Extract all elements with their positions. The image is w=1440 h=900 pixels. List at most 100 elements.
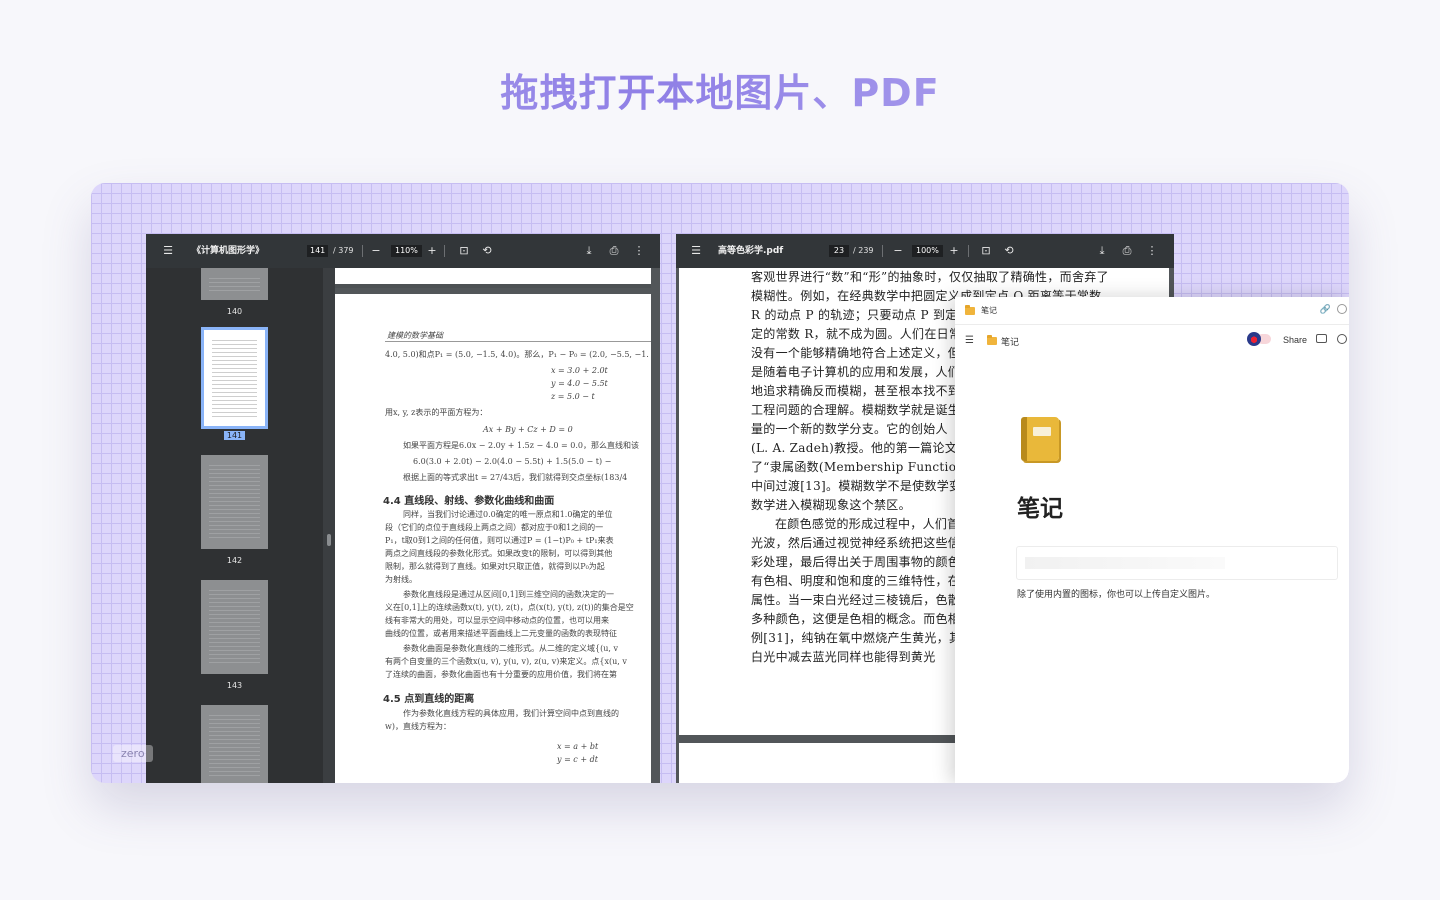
notebook-icon[interactable] [1021,417,1059,461]
thumbnail-label: 140 [226,307,243,316]
sidebar-splitter[interactable] [323,268,335,783]
text-line: 作为参数化直线方程的具体应用，我们计算空间中点到直线的 [403,709,619,718]
text-line: R 的动点 P 的轨迹；只要动点 P 到定点 [751,308,970,322]
text-line: 彩处理，最后得出关于周围事物的颜色 [751,555,961,569]
history-icon[interactable] [1337,334,1347,344]
viewer-a-title: 《计算机图形学》 [192,246,265,256]
text-line: 根据上面的等式求出t = 27/43后，我们就得到交点坐标(183/4 [403,473,628,482]
text-line: 地追求精确反而模糊，甚至根本找不到 [751,384,961,398]
download-icon[interactable]: ⤓ [1094,234,1110,268]
link-icon[interactable]: 🔗 [1320,304,1331,315]
more-options-icon[interactable]: ⋮ [1144,234,1160,268]
thumbnail-sidebar: 140 141 142 143 [146,268,323,783]
equation-line: Ax + By + Cz + D = 0 [483,425,573,434]
icon-upload-field[interactable] [1016,546,1338,580]
toolbar-divider [968,245,969,257]
section-heading: 4.5 点到直线的距离 [383,694,475,705]
text-line: 光波，然后通过视觉神经系统把这些信 [751,536,961,550]
text-line: 两点之间直线段的参数化形式。如果改变t的限制，可以得到其他 [385,549,613,558]
text-line: 工程问题的合理解。模糊数学就是诞生 [751,403,961,417]
text-line: 有两个自变量的三个函数x(u, v), y(u, v), z(u, v)来定义。… [385,657,627,666]
text-line: 如果平面方程是6.0x − 2.0y + 1.5z − 4.0 = 0.0，那么… [403,441,640,450]
zoom-out-button[interactable]: − [890,234,906,268]
text-line: 限制，那么就得到了直线。如果对t只取正值，就得到以P₀为起 [385,562,605,571]
notes-panel: 笔记 🔗 ☰ 笔记 Share 笔记 除了使用内置的图标，你也可以上传自定义图片… [955,297,1349,783]
thumbnail-page-143[interactable] [201,580,268,674]
pdf-viewer-graphics: ☰ 《计算机图形学》 141 / 379 − 110% + ⊡ ⟲ ⤓ ⎙ ⋮ … [146,234,660,783]
hamburger-menu-icon[interactable]: ☰ [688,234,704,268]
equation-line: x = 3.0 + 2.0t [551,366,608,375]
pdf-page-a: 建模的数学基础 4.0, 5.0)和点P₁ = (5.0, −1.5, 4.0)… [335,294,651,783]
helper-caption: 除了使用内置的图标，你也可以上传自定义图片。 [1017,589,1216,599]
rotate-icon[interactable]: ⟲ [479,234,495,268]
text-line: 参数化曲面是参数化直线的二维形式。从二维的定义域{(u, v [403,644,618,653]
download-icon[interactable]: ⤓ [581,234,597,268]
text-line: 多种颜色，这便是色相的概念。而色相补 [751,612,973,626]
fit-page-icon[interactable]: ⊡ [456,234,472,268]
page-total: / 239 [853,246,874,255]
thumbnail-label: 142 [226,556,243,565]
zoom-level-input[interactable]: 100% [912,245,943,257]
folder-icon [987,335,997,345]
text-line: 量的一个新的数学分支。它的创始人 [751,422,948,436]
more-options-icon[interactable]: ⋮ [631,234,647,268]
hamburger-menu-icon[interactable]: ☰ [160,234,176,268]
print-icon[interactable]: ⎙ [1119,234,1135,268]
folder-icon [965,305,975,315]
text-line: 属性。当一束白光经过三棱镜后，色散成 [751,593,973,607]
section-heading: 4.4 直线段、射线、参数化曲线和曲面 [383,496,555,507]
notes-window-title: 笔记 [981,306,997,315]
previous-page-edge [335,268,651,288]
thumbnail-page-140[interactable] [201,268,268,300]
comment-icon[interactable] [1316,334,1327,343]
running-head: 建模的数学基础 [387,331,443,340]
print-icon[interactable]: ⎙ [606,234,622,268]
text-line: P₁，t取0到1之间的任何值，则可以通过P = (1−t)P₀ + tP₁来表 [385,536,614,545]
text-line: 数学进入模糊现象这个禁区。 [751,498,911,512]
toolbar-divider [882,245,883,257]
text-line: 义在[0,1]上的连续函数x(t), y(t), z(t)，点(x(t), y(… [385,603,634,612]
zoom-out-button[interactable]: − [368,234,384,268]
thumbnail-page-142[interactable] [201,455,268,549]
active-page-label: 141 [223,431,246,440]
text-line: 没有一个能够精确地符合上述定义，但 [751,346,961,360]
history-icon[interactable] [1337,304,1347,314]
text-line: 为射线。 [385,575,417,584]
text-line: 中间过渡[13]。模糊数学不是使数学变 [751,479,962,493]
breadcrumb[interactable]: 笔记 [1001,335,1019,348]
text-line: 例[31]，纯钠在氧中燃烧产生黄光，其波 [751,631,974,645]
text-line: 白光中减去蓝光同样也能得到黄光 [751,650,936,664]
fit-page-icon[interactable]: ⊡ [978,234,994,268]
text-line: 是随着电子计算机的应用和发展，人们 [751,365,961,379]
splitter-grip[interactable] [327,534,331,546]
text-line: 同样，当我们讨论通过0.0确定的唯一原点和1.0确定的单位 [403,510,613,519]
header-rule [385,341,651,342]
viewer-b-toolbar: ☰ 高等色彩学.pdf 23 / 239 − 100% + ⊡ ⟲ ⤓ ⎙ ⋮ [676,234,1174,268]
text-line: 了连续的曲面，参数化曲面也有十分重要的应用价值，我们将在第 [385,670,617,679]
thumbnail-page-141[interactable] [201,327,268,429]
text-line: w)，直线方程为： [385,722,451,731]
zoom-level-input[interactable]: 110% [391,245,422,257]
viewer-b-title: 高等色彩学.pdf [718,246,784,256]
page-total: / 379 [333,246,354,255]
text-line: 客观世界进行“数”和“形”的抽象时，仅仅抽取了精确性，而舍弃了 [751,270,1109,284]
page-number-input[interactable]: 141 [307,245,329,257]
text-line: 段（它们的点位于直线段上两点之间）都对应于0和1之间的一 [385,523,604,532]
text-line: 用x, y, z表示的平面方程为： [385,408,488,417]
demo-stage: ☰ 《计算机图形学》 141 / 379 − 110% + ⊡ ⟲ ⤓ ⎙ ⋮ … [91,183,1349,783]
page-title[interactable]: 笔记 [1017,489,1063,523]
stage-badge: zero [113,745,153,762]
avatar[interactable] [1247,332,1261,346]
hamburger-menu-icon[interactable]: ☰ [965,335,974,346]
share-button[interactable]: Share [1283,335,1307,345]
text-line: (L. A. Zadeh)教授。他的第一篇论文“ [751,441,964,455]
headline: 拖拽打开本地图片、PDF [0,62,1440,117]
zoom-in-button[interactable]: + [946,234,962,268]
zoom-in-button[interactable]: + [424,234,440,268]
page-number-input[interactable]: 23 [829,245,849,257]
equation-line: y = c + dt [557,755,598,764]
thumbnail-label: 143 [226,681,243,690]
thumbnail-label-active: 141 [201,431,268,440]
thumbnail-page-144[interactable] [201,705,268,783]
rotate-icon[interactable]: ⟲ [1001,234,1017,268]
